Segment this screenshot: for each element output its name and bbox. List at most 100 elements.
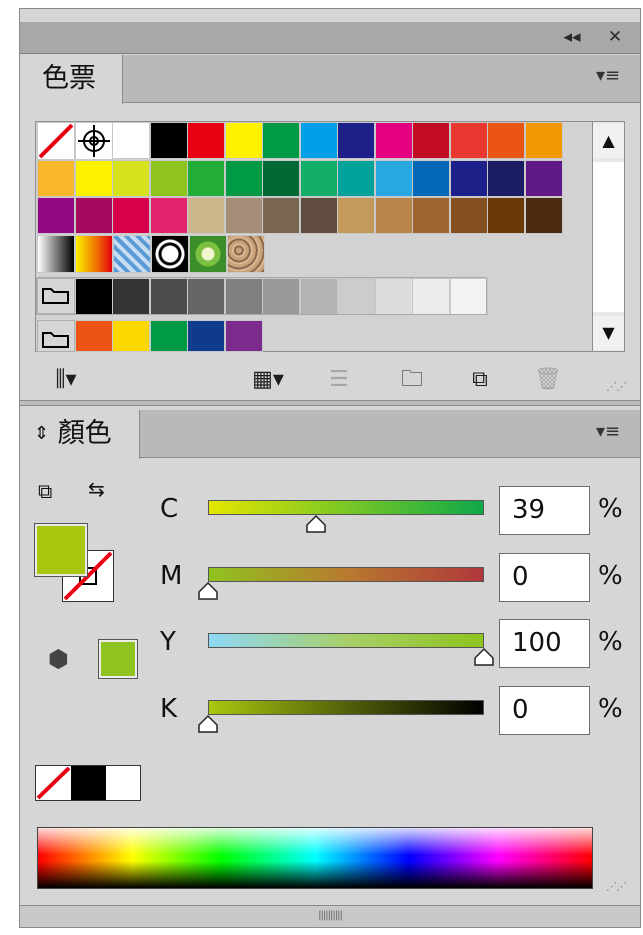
channel-slider-m[interactable] <box>208 567 484 582</box>
swatches-menu-icon[interactable]: ▾≡ <box>594 66 622 86</box>
tab-color[interactable]: ⇕ 顏色 <box>20 410 140 459</box>
channel-slider-y[interactable] <box>208 633 484 648</box>
color-swatch[interactable] <box>412 160 450 197</box>
color-swatch[interactable] <box>262 160 300 197</box>
delete-swatch-icon[interactable]: 🗑 <box>530 365 566 395</box>
swatch-group-frame <box>36 277 487 315</box>
color-swatch[interactable] <box>449 197 488 234</box>
pattern-swatch-foliage[interactable] <box>189 235 227 273</box>
color-menu-icon[interactable]: ▾≡ <box>594 422 622 442</box>
tab-expand-icon[interactable]: ⇕ <box>34 423 49 444</box>
percent-label: % <box>598 694 623 724</box>
color-swatch[interactable] <box>74 160 113 197</box>
channel-value-y[interactable]: 100 <box>499 619 590 668</box>
white-quick-swatch[interactable] <box>106 766 140 800</box>
tab-swatches[interactable]: 色票 <box>20 55 123 104</box>
channel-slider-k[interactable] <box>208 700 484 715</box>
color-swatch[interactable] <box>224 122 263 159</box>
registration-swatch[interactable] <box>75 122 113 160</box>
scroll-track[interactable] <box>593 162 624 312</box>
default-fill-stroke-icon[interactable]: ⧉ <box>38 479 52 503</box>
slider-thumb-icon[interactable] <box>197 581 219 605</box>
color-swatch[interactable] <box>74 320 113 352</box>
color-swatch[interactable] <box>449 160 488 197</box>
percent-label: % <box>598 494 623 524</box>
color-swatch[interactable] <box>149 122 188 159</box>
title-bar[interactable] <box>20 22 640 54</box>
resize-grip-icon[interactable]: ⋰⋰ <box>606 880 627 893</box>
gamut-swatch[interactable] <box>98 639 138 679</box>
pattern-swatch-blue[interactable] <box>113 235 151 273</box>
color-spectrum[interactable] <box>37 827 593 889</box>
color-swatch[interactable] <box>412 122 450 159</box>
color-swatch[interactable] <box>112 160 150 197</box>
scroll-down-icon[interactable]: ▼ <box>593 316 624 350</box>
channel-value-c[interactable]: 39 <box>499 486 590 535</box>
color-swatch[interactable] <box>337 160 375 197</box>
slider-thumb-icon[interactable] <box>305 514 327 538</box>
color-swatch[interactable] <box>74 197 113 234</box>
channel-value-k[interactable]: 0 <box>499 686 590 735</box>
scroll-up-icon[interactable]: ▲ <box>593 124 624 158</box>
swatch-library-icon[interactable]: ⫼▾ <box>40 365 92 395</box>
color-swatch[interactable] <box>299 122 338 159</box>
fill-box[interactable] <box>34 523 88 577</box>
slider-thumb-icon[interactable] <box>197 714 219 738</box>
color-swatch[interactable] <box>374 197 413 234</box>
show-kinds-icon[interactable]: ▦▾ <box>248 365 288 395</box>
color-swatch[interactable] <box>262 197 300 234</box>
color-swatch[interactable] <box>224 197 263 234</box>
color-swatch[interactable] <box>374 160 413 197</box>
out-of-gamut-icon[interactable]: ⬢ <box>48 645 69 673</box>
panel-divider[interactable] <box>20 400 640 406</box>
none-quick-swatch[interactable] <box>36 766 71 800</box>
gradient-swatch-orange[interactable] <box>75 235 113 273</box>
resize-grip-icon[interactable]: ⋰⋰ <box>606 380 627 393</box>
color-swatch[interactable] <box>449 122 488 159</box>
color-swatch[interactable] <box>187 122 225 159</box>
bottom-resize-bar[interactable]: |||||||||| <box>20 905 640 927</box>
group-folder-icon[interactable] <box>37 320 75 352</box>
color-swatch[interactable] <box>524 197 563 234</box>
swap-fill-stroke-icon[interactable]: ⇆ <box>88 477 105 501</box>
color-swatch[interactable] <box>112 197 150 234</box>
color-swatch[interactable] <box>412 197 450 234</box>
gradient-swatch-bw[interactable] <box>37 235 75 273</box>
slider-thumb-icon[interactable] <box>473 647 495 671</box>
none-swatch[interactable] <box>37 122 75 160</box>
color-swatch[interactable] <box>112 122 150 159</box>
color-swatch[interactable] <box>262 122 300 159</box>
channel-slider-c[interactable] <box>208 500 484 515</box>
color-swatch[interactable] <box>112 320 150 352</box>
channel-value-m[interactable]: 0 <box>499 553 590 602</box>
color-swatch[interactable] <box>337 197 375 234</box>
swatch-scrollbar[interactable]: ▲ ▼ <box>592 121 625 352</box>
color-swatch[interactable] <box>299 197 338 234</box>
color-swatch[interactable] <box>37 197 75 234</box>
color-swatch[interactable] <box>487 197 525 234</box>
pattern-swatch-texture[interactable] <box>227 235 265 273</box>
black-quick-swatch[interactable] <box>71 766 106 800</box>
swatch-options-icon[interactable]: ☰ <box>322 365 356 395</box>
pattern-swatch-dots[interactable] <box>151 235 189 273</box>
color-swatch[interactable] <box>337 122 375 159</box>
color-swatch[interactable] <box>149 320 188 352</box>
close-icon[interactable]: ✕ <box>603 24 627 50</box>
color-swatch[interactable] <box>187 160 225 197</box>
color-swatch[interactable] <box>37 160 75 197</box>
color-swatch[interactable] <box>374 122 413 159</box>
color-swatch[interactable] <box>524 160 563 197</box>
color-swatch[interactable] <box>487 122 525 159</box>
color-swatch[interactable] <box>524 122 563 159</box>
color-swatch[interactable] <box>149 160 188 197</box>
new-group-icon[interactable]: 🗀 <box>392 365 432 395</box>
new-swatch-icon[interactable]: ⧉ <box>462 365 498 395</box>
color-swatch[interactable] <box>487 160 525 197</box>
color-swatch[interactable] <box>149 197 188 234</box>
collapse-icon[interactable]: ◂◂ <box>560 24 584 50</box>
color-swatch[interactable] <box>224 320 263 352</box>
color-swatch[interactable] <box>187 320 225 352</box>
color-swatch[interactable] <box>187 197 225 234</box>
color-swatch[interactable] <box>224 160 263 197</box>
color-swatch[interactable] <box>299 160 338 197</box>
